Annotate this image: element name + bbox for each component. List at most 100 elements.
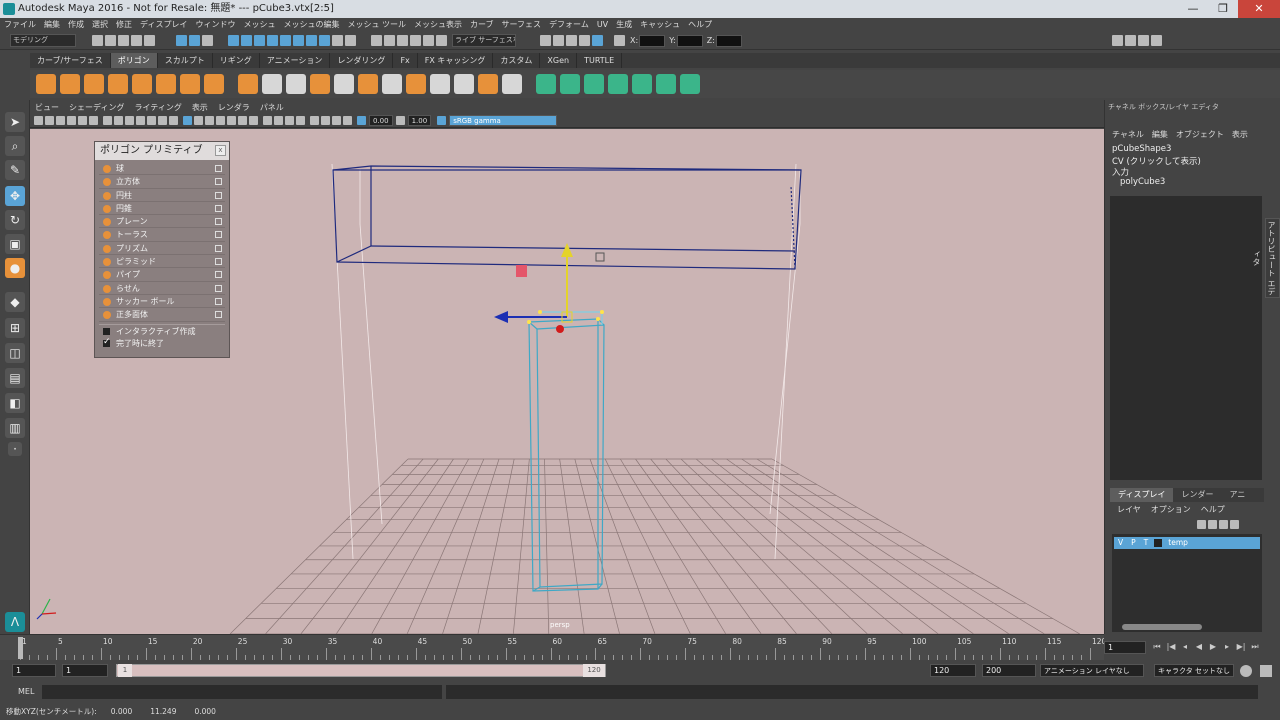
menu-item[interactable]: 選択 [88,18,112,32]
poly-cube-icon[interactable] [60,74,80,94]
option-box[interactable] [215,178,222,186]
spherical-map-icon[interactable] [584,74,604,94]
gamma-icon[interactable] [395,116,405,125]
panel-menu-item[interactable]: 表示 [187,101,213,114]
poly-cylinder-icon[interactable] [84,74,104,94]
bookmarks-icon[interactable] [56,116,65,125]
step-forward-key-icon[interactable]: ▶| [1236,642,1246,652]
resolution-gate-icon[interactable] [125,116,134,125]
shelf-tab[interactable]: アニメーション [260,53,331,68]
rotate-tool-icon[interactable]: ↻ [5,210,25,230]
current-frame-field[interactable]: 1 [1104,641,1146,654]
panel-menu-item[interactable]: シェーディング [64,101,129,114]
menu-item[interactable]: 修正 [112,18,136,32]
ipr-render-icon[interactable] [566,35,577,46]
isolate-select-icon[interactable] [310,116,319,125]
open-scene-icon[interactable] [105,35,116,46]
layer-type-toggle[interactable]: T [1140,537,1153,549]
polygon-primitive-item[interactable]: トーラス [99,228,225,242]
smooth-icon[interactable] [286,74,306,94]
new-scene-icon[interactable] [92,35,103,46]
bevel-icon[interactable] [382,74,402,94]
select-lock-icon[interactable] [319,35,330,46]
poly-pipe-icon[interactable] [204,74,224,94]
play-forward-icon[interactable]: ▶ [1208,642,1218,652]
polygon-primitive-item[interactable]: サッカー ボール [99,295,225,309]
y-field[interactable] [676,34,703,47]
menu-item[interactable]: メッシュの編集 [279,18,343,32]
target-weld-icon[interactable] [454,74,474,94]
render-view-icon[interactable] [540,35,551,46]
shelf-tab[interactable]: カーブ/サーフェス [30,53,111,68]
select-vertex-icon[interactable] [228,35,239,46]
default-lighting-icon[interactable] [205,116,214,125]
redo-icon[interactable] [144,35,155,46]
command-input[interactable] [42,685,442,699]
layer-menu-item[interactable]: レイヤ [1112,504,1146,516]
shape-node-name[interactable]: pCubeShape3 [1112,144,1171,154]
lock-selection-icon[interactable] [332,35,343,46]
move-layer-down-icon[interactable] [1208,520,1217,529]
snap-point-icon[interactable] [397,35,408,46]
poly-torus-icon[interactable] [156,74,176,94]
bridge-icon[interactable] [358,74,378,94]
go-to-end-icon[interactable]: ⏭ [1250,642,1260,652]
menu-item[interactable]: ウィンドウ [191,18,239,32]
undo-icon[interactable] [131,35,142,46]
gamma-field[interactable]: 1.00 [407,115,432,126]
select-handle-icon[interactable] [293,35,304,46]
color-management-icon[interactable] [437,116,447,125]
select-tool-icon[interactable]: ➤ [5,112,25,132]
channel-box-menu-item[interactable]: チャネル [1108,129,1148,141]
mirror-icon[interactable] [502,74,522,94]
panel-menu-item[interactable]: ビュー [30,101,64,114]
go-to-start-icon[interactable]: ⏮ [1152,642,1162,652]
shelf-tab[interactable]: XGen [540,53,578,68]
safe-title-icon[interactable] [169,116,178,125]
range-slider-end-handle[interactable]: 120 [583,664,605,677]
shadows-icon[interactable] [249,116,258,125]
depth-of-field-icon[interactable] [296,116,305,125]
layer-editor-tab[interactable]: レンダー [1173,488,1221,502]
exposure-icon[interactable] [357,116,366,125]
attribute-editor-tab[interactable]: アトリビュート エディタ [1252,218,1280,298]
polygon-primitive-item[interactable]: プレーン [99,215,225,229]
polygon-primitive-item[interactable]: ピラミッド [99,255,225,269]
persp-graph-layout-icon[interactable]: ▤ [5,368,25,388]
poly-prism-icon[interactable] [180,74,200,94]
panel-menu-item[interactable]: レンダラ [213,101,255,114]
menu-item[interactable]: 編集 [40,18,64,32]
fill-hole-icon[interactable] [478,74,498,94]
tool-settings-toggle-icon[interactable] [1137,35,1149,46]
option-box[interactable] [215,231,222,239]
layer-menu-item[interactable]: オプション [1146,504,1196,516]
use-all-lights-icon[interactable] [238,116,247,125]
x-field[interactable] [639,34,666,47]
uv-unfold-icon[interactable] [680,74,700,94]
move-layer-up-icon[interactable] [1197,520,1206,529]
shelf-tab[interactable]: ポリゴン [110,53,158,68]
new-layer-icon[interactable] [1219,520,1228,529]
option-box[interactable] [215,218,222,226]
toolbox-more-icon[interactable]: · [8,442,22,456]
uv-sew-icon[interactable] [656,74,676,94]
select-by-hierarchy-icon[interactable] [176,35,187,46]
modeling-toolkit-icon[interactable] [1111,35,1123,46]
persp-uv-layout-icon[interactable]: ◧ [5,393,25,413]
paint-select-tool-icon[interactable]: ✎ [5,160,25,180]
screen-space-ao-icon[interactable] [263,116,272,125]
play-backward-icon[interactable]: ◀ [1194,642,1204,652]
menu-item[interactable]: UV [593,18,612,32]
motion-blur-icon[interactable] [274,116,283,125]
uv-cut-icon[interactable] [632,74,652,94]
render-settings-icon[interactable] [579,35,590,46]
menu-item[interactable]: カーブ [466,18,498,32]
select-misc-icon[interactable] [306,35,317,46]
playback-start-field[interactable]: 1 [62,664,108,677]
option-box[interactable] [215,311,222,319]
film-gate-icon[interactable] [114,116,123,125]
interactive-creation-checkbox[interactable] [103,327,110,335]
gate-mask-icon[interactable] [136,116,145,125]
layer-row-temp[interactable]: V P T temp [1114,537,1260,549]
select-by-component-icon[interactable] [189,35,200,46]
